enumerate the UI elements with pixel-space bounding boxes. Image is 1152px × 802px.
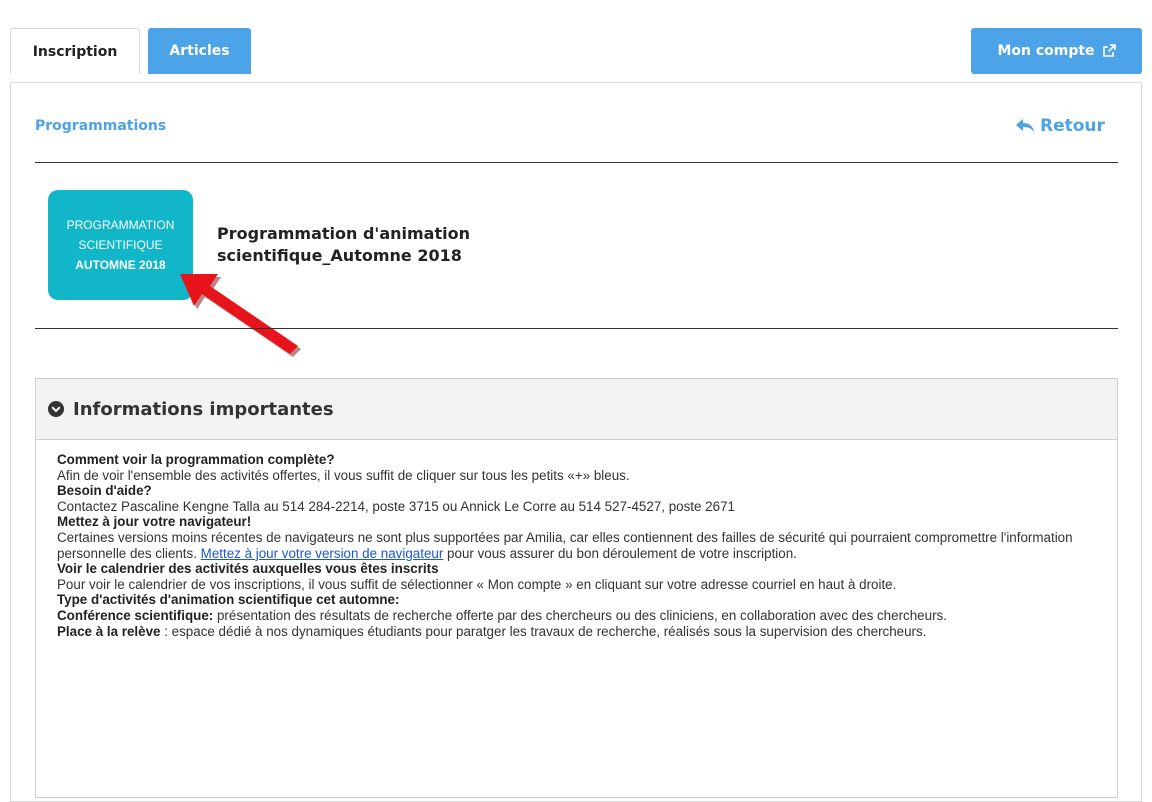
info-text-2: Contactez Pascaline Kengne Talla au 514 … [57,498,735,514]
info-text-6: Place à la relève : espace dédié à nos d… [57,624,1077,640]
external-link-icon [1102,44,1116,57]
info-text-1: Afin de voir l'ensemble des activités of… [57,467,630,483]
info-box: Informations importantes Comment voir la… [35,378,1118,798]
chevron-circle-down-icon [48,401,64,417]
info-text-4: Pour voir le calendrier de vos inscripti… [57,576,897,592]
back-button[interactable]: Retour [1015,116,1105,136]
info-heading-5: Type d'activités d'animation scientifiqu… [57,592,400,608]
tab-inscription[interactable]: Inscription [10,28,140,74]
reply-arrow-icon [1016,119,1034,132]
info-body: Comment voir la programmation complète? … [36,440,1077,639]
info-text-6-bold: Place à la relève [57,623,161,639]
info-text-3: Certaines versions moins récentes de nav… [57,530,1077,561]
red-annotation-arrow-icon [180,274,301,357]
info-title: Informations importantes [73,398,334,420]
info-header[interactable]: Informations importantes [36,379,1117,440]
my-account-button[interactable]: Mon compte [971,28,1142,74]
update-browser-link[interactable]: Mettez à jour votre version de navigateu… [201,546,444,561]
program-title: Programmation d'animation scientifique_A… [217,224,470,265]
my-account-label: Mon compte [997,43,1095,59]
info-heading-3: Mettez à jour votre navigateur! [57,514,252,530]
info-text-3b: pour vous assurer du bon déroulement de … [443,545,797,561]
info-heading-2: Besoin d'aide? [57,483,152,499]
tab-articles[interactable]: Articles [148,28,251,74]
info-text-5: Conférence scientifique: présentation de… [57,608,1077,624]
info-heading-4: Voir le calendrier des activités auxquel… [57,561,439,577]
divider-bottom [35,328,1118,329]
program-logo-line2: SCIENTIFIQUE [78,238,163,252]
info-text-5-body: présentation des résultats de recherche … [213,607,947,623]
info-text-5-bold: Conférence scientifique: [57,607,214,623]
divider-top [35,162,1118,163]
info-text-6-body: : espace dédié à nos dynamiques étudiant… [160,623,927,639]
program-logo-line1: PROGRAMMATION [66,218,175,232]
info-heading-1: Comment voir la programmation complète? [57,452,335,467]
back-label: Retour [1040,116,1105,136]
breadcrumb-programmations[interactable]: Programmations [35,118,166,134]
